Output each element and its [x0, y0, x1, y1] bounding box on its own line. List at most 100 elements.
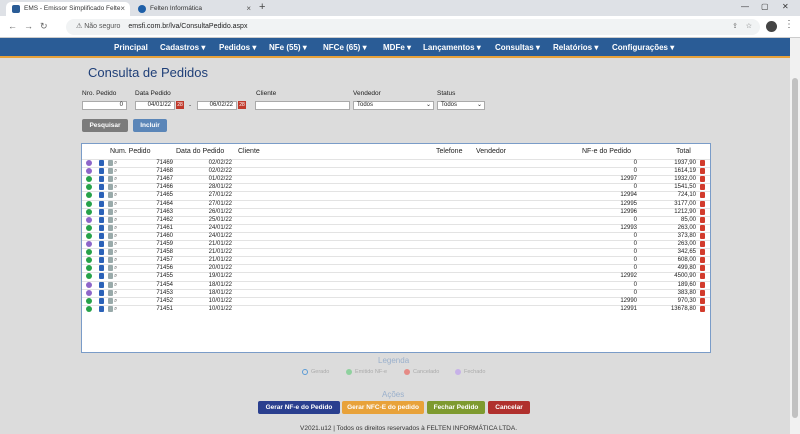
- pdf-icon[interactable]: [700, 216, 705, 223]
- search-icon[interactable]: ⌕: [114, 298, 117, 305]
- close-window-icon[interactable]: ✕: [782, 2, 789, 11]
- document-icon[interactable]: [108, 265, 113, 272]
- pdf-icon[interactable]: [700, 281, 705, 288]
- table-row[interactable]: ⌕ 71467 01/02/22 12997 1932,00: [82, 175, 710, 183]
- pdf-icon[interactable]: [700, 192, 705, 199]
- document-icon[interactable]: [108, 257, 113, 264]
- nro-pedido-input[interactable]: 0: [82, 101, 127, 110]
- table-row[interactable]: ⌕ 71469 02/02/22 0 1937,90: [82, 159, 710, 167]
- search-icon[interactable]: ⌕: [114, 273, 117, 280]
- minimize-icon[interactable]: —: [741, 2, 749, 11]
- table-row[interactable]: ⌕ 71465 27/01/22 12994 724,10: [82, 191, 710, 199]
- maximize-icon[interactable]: ▢: [761, 2, 769, 11]
- search-icon[interactable]: ⌕: [114, 192, 117, 199]
- search-icon[interactable]: ⌕: [114, 282, 117, 289]
- header-cliente[interactable]: Cliente: [238, 148, 260, 155]
- edit-icon[interactable]: [99, 176, 104, 183]
- pdf-icon[interactable]: [700, 273, 705, 280]
- nav-pedidos[interactable]: Pedidos ▾: [219, 43, 256, 52]
- search-icon[interactable]: ⌕: [114, 233, 117, 240]
- document-icon[interactable]: [108, 192, 113, 199]
- status-select[interactable]: Todos ⌄: [437, 101, 485, 110]
- edit-icon[interactable]: [99, 281, 104, 288]
- pdf-icon[interactable]: [700, 224, 705, 231]
- search-icon[interactable]: ⌕: [114, 265, 117, 272]
- edit-icon[interactable]: [99, 241, 104, 247]
- search-icon[interactable]: ⌕: [114, 217, 117, 224]
- header-total[interactable]: Total: [676, 148, 691, 155]
- edit-icon[interactable]: [99, 208, 104, 215]
- edit-icon[interactable]: [99, 168, 104, 175]
- pdf-icon[interactable]: [700, 297, 705, 304]
- search-icon[interactable]: ⌕: [114, 249, 117, 256]
- document-icon[interactable]: [108, 241, 113, 247]
- table-row[interactable]: ⌕ 71462 25/01/22 0 85,00: [82, 215, 710, 224]
- search-icon[interactable]: ⌕: [114, 184, 117, 191]
- edit-icon[interactable]: [99, 257, 104, 264]
- header-data[interactable]: Data do Pedido: [176, 148, 224, 155]
- edit-icon[interactable]: [99, 249, 104, 256]
- gerar-nfce-button[interactable]: Gerar NFC-E do pedido: [342, 401, 424, 414]
- document-icon[interactable]: [108, 200, 113, 207]
- nav-cadastros[interactable]: Cadastros ▾: [160, 43, 205, 52]
- cancelar-button[interactable]: Cancelar: [488, 401, 530, 414]
- browser-menu-icon[interactable]: ⋮: [784, 19, 794, 30]
- date-from-input[interactable]: 04/01/22: [135, 101, 175, 110]
- browser-tab-ems[interactable]: EMS - Emissor Simplificado Felte ×: [6, 2, 130, 16]
- reload-icon[interactable]: ↻: [40, 21, 48, 32]
- page-scrollbar[interactable]: [790, 38, 800, 434]
- table-row[interactable]: ⌕ 71451 10/01/22 12991 13678,80: [82, 304, 710, 313]
- document-icon[interactable]: [108, 297, 113, 304]
- browser-tab-felten[interactable]: Felten Informática ×: [132, 2, 256, 16]
- url-field[interactable]: ⚠ Não seguro emsfi.com.br/lva/ConsultaPe…: [66, 19, 760, 35]
- nav-lancamentos[interactable]: Lançamentos ▾: [423, 43, 481, 52]
- search-icon[interactable]: ⌕: [114, 201, 117, 208]
- incluir-button[interactable]: Incluir: [133, 119, 167, 132]
- edit-icon[interactable]: [99, 289, 104, 296]
- fechar-pedido-button[interactable]: Fechar Pedido: [427, 401, 485, 414]
- nav-configuracoes[interactable]: Configurações ▾: [612, 43, 674, 52]
- share-icon[interactable]: ⇪: [732, 19, 738, 35]
- table-row[interactable]: ⌕ 71459 21/01/22 0 263,00: [82, 240, 710, 248]
- header-vendedor[interactable]: Vendedor: [476, 148, 506, 155]
- edit-icon[interactable]: [99, 200, 104, 207]
- header-telefone[interactable]: Telefone: [436, 148, 462, 155]
- table-row[interactable]: ⌕ 71464 27/01/22 12995 3177,00: [82, 199, 710, 208]
- header-num[interactable]: Num. Pedido: [110, 148, 150, 155]
- document-icon[interactable]: [108, 305, 113, 312]
- document-icon[interactable]: [108, 224, 113, 231]
- table-row[interactable]: ⌕ 71454 18/01/22 0 189,60: [82, 280, 710, 289]
- close-tab-icon[interactable]: ×: [120, 2, 125, 16]
- document-icon[interactable]: [108, 273, 113, 280]
- edit-icon[interactable]: [99, 273, 104, 280]
- search-icon[interactable]: ⌕: [114, 290, 117, 297]
- search-icon[interactable]: ⌕: [114, 160, 117, 167]
- vendedor-select[interactable]: Todos ⌄: [353, 101, 434, 110]
- document-icon[interactable]: [108, 289, 113, 296]
- document-icon[interactable]: [108, 160, 113, 166]
- pdf-icon[interactable]: [700, 168, 705, 175]
- table-row[interactable]: ⌕ 71460 24/01/22 0 373,80: [82, 231, 710, 240]
- gerar-nfe-button[interactable]: Gerar NF-e do Pedido: [258, 401, 340, 414]
- pdf-icon[interactable]: [700, 289, 705, 296]
- edit-icon[interactable]: [99, 184, 104, 191]
- cliente-input[interactable]: [255, 101, 350, 110]
- pdf-icon[interactable]: [700, 232, 705, 239]
- calendar-icon[interactable]: 28: [176, 101, 184, 109]
- date-to-input[interactable]: 06/02/22: [197, 101, 237, 110]
- table-row[interactable]: ⌕ 71468 02/02/22 0 1614,19: [82, 167, 710, 175]
- table-row[interactable]: ⌕ 71453 18/01/22 0 383,80: [82, 288, 710, 297]
- table-row[interactable]: ⌕ 71461 24/01/22 12993 263,00: [82, 223, 710, 232]
- header-nfe[interactable]: NF-e do Pedido: [582, 148, 631, 155]
- new-tab-icon[interactable]: +: [259, 1, 265, 13]
- bookmark-star-icon[interactable]: ☆: [746, 19, 752, 35]
- document-icon[interactable]: [108, 176, 113, 183]
- search-icon[interactable]: ⌕: [114, 241, 117, 248]
- close-tab-icon[interactable]: ×: [246, 2, 251, 16]
- search-icon[interactable]: ⌕: [114, 168, 117, 175]
- search-icon[interactable]: ⌕: [114, 306, 117, 313]
- nav-nfce[interactable]: NFCe (65) ▾: [323, 43, 367, 52]
- table-row[interactable]: ⌕ 71457 21/01/22 0 608,00: [82, 256, 710, 264]
- pdf-icon[interactable]: [700, 305, 705, 312]
- scrollbar-thumb[interactable]: [792, 78, 798, 418]
